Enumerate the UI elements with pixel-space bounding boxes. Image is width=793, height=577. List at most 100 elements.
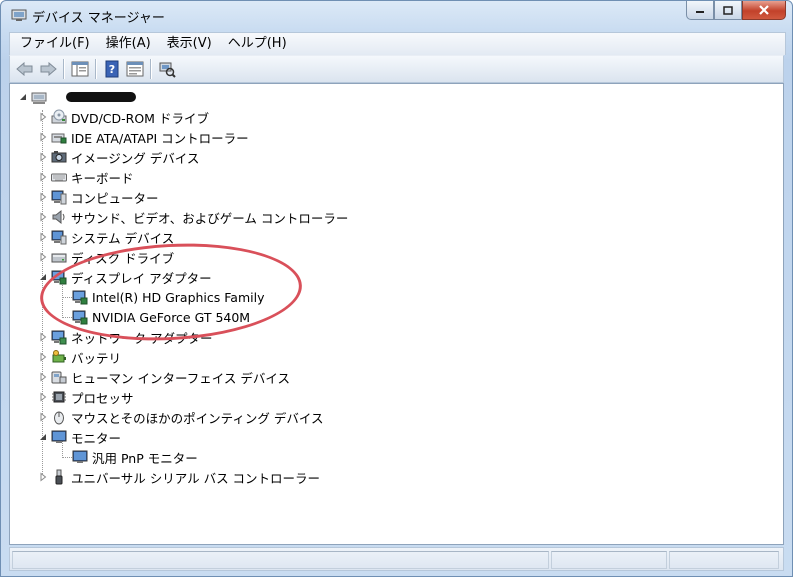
back-arrow-icon — [16, 62, 33, 76]
keyboard-icon — [51, 173, 67, 182]
tree-category-label: プロセッサ — [71, 390, 134, 406]
monitor-icon — [51, 430, 67, 443]
collapse-arrow-icon — [20, 94, 26, 100]
close-button[interactable] — [742, 1, 786, 20]
expand-arrow-icon — [40, 232, 47, 242]
tree-category[interactable]: IDE ATA/ATAPI コントローラー — [38, 127, 249, 147]
tree-category-label: ヒューマン インターフェイス デバイス — [71, 370, 290, 386]
expand-arrow-icon — [40, 132, 47, 142]
collapse-arrow-icon — [40, 274, 46, 280]
tree-category[interactable]: ユニバーサル シリアル バス コントローラー — [38, 467, 320, 487]
tree-root[interactable] — [18, 87, 51, 107]
expand-arrow-icon — [40, 152, 47, 162]
tree-category-label: バッテリ — [71, 350, 122, 366]
battery-icon — [52, 350, 66, 363]
title-bar[interactable]: デバイス マネージャー — [1, 1, 792, 31]
menu-help[interactable]: ヘルプ(H) — [220, 33, 295, 55]
dvd-drive-icon — [51, 109, 67, 124]
toolbar: ? — [9, 55, 784, 83]
processor-icon — [52, 391, 66, 403]
disk-drive-icon — [51, 253, 67, 263]
redacted-computer-name — [66, 92, 136, 102]
show-hide-console-tree-button[interactable] — [69, 58, 91, 80]
status-pane-tertiary — [669, 551, 779, 569]
mouse-icon — [54, 411, 64, 425]
tree-category[interactable]: ヒューマン インターフェイス デバイス — [38, 367, 290, 387]
collapse-arrow-icon — [40, 434, 46, 440]
expand-arrow-icon — [40, 112, 47, 122]
tree-category[interactable]: サウンド、ビデオ、およびゲーム コントローラー — [38, 207, 348, 227]
expand-arrow-icon — [40, 192, 47, 202]
menu-bar: ファイル(F) 操作(A) 表示(V) ヘルプ(H) — [9, 32, 786, 55]
computer-icon — [51, 190, 67, 205]
minimize-icon — [696, 11, 704, 13]
expand-arrow-icon — [40, 412, 47, 422]
device-manager-window: デバイス マネージャー ファイル(F) 操作(A) 表示(V) ヘルプ(H) ?… — [0, 0, 793, 577]
toolbar-separator — [150, 59, 151, 79]
forward-button[interactable] — [37, 58, 59, 80]
status-bar — [9, 547, 784, 571]
properties-button[interactable] — [124, 58, 146, 80]
toolbar-separator — [63, 59, 64, 79]
caption-buttons — [686, 1, 786, 21]
system-device-icon — [51, 230, 67, 245]
tree-guide-line — [62, 457, 72, 458]
tree-category[interactable]: バッテリ — [38, 347, 121, 367]
svg-text:?: ? — [109, 63, 115, 76]
camera-icon — [51, 151, 67, 163]
window-title: デバイス マネージャー — [32, 11, 165, 26]
tree-category-label: マウスとそのほかのポインティング デバイス — [71, 410, 324, 426]
speaker-icon — [52, 209, 65, 225]
ide-controller-icon — [51, 133, 67, 144]
menu-action[interactable]: 操作(A) — [98, 33, 159, 55]
minimize-button[interactable] — [686, 1, 714, 20]
close-icon — [759, 5, 769, 15]
tree-category[interactable]: システム デバイス — [38, 227, 174, 247]
expand-arrow-icon — [40, 352, 47, 362]
status-pane-secondary — [551, 551, 667, 569]
expand-arrow-icon — [40, 212, 47, 222]
menu-file[interactable]: ファイル(F) — [10, 33, 98, 55]
monitor-icon — [72, 450, 88, 463]
device-manager-app-icon — [11, 9, 27, 21]
tree-category[interactable]: モニター — [38, 427, 121, 447]
tree-category[interactable]: コンピューター — [38, 187, 159, 207]
tree-category-label: モニター — [71, 430, 122, 446]
tree-category[interactable]: マウスとそのほかのポインティング デバイス — [38, 407, 323, 427]
status-pane-main — [12, 551, 549, 569]
network-adapter-icon — [51, 330, 67, 345]
expand-arrow-icon — [40, 372, 47, 382]
maximize-button[interactable] — [714, 1, 742, 20]
back-button[interactable] — [14, 58, 36, 80]
maximize-icon — [723, 5, 733, 15]
tree-category[interactable]: イメージング デバイス — [38, 147, 199, 167]
expand-arrow-icon — [40, 172, 47, 182]
tree-category-label: IDE ATA/ATAPI コントローラー — [71, 130, 249, 146]
tree-category-label: コンピューター — [71, 190, 159, 206]
usb-icon — [55, 469, 63, 485]
tree-category[interactable]: DVD/CD-ROM ドライブ — [38, 107, 209, 127]
tree-device-label: 汎用 PnP モニター — [92, 450, 198, 466]
computer-icon — [31, 92, 47, 104]
expand-arrow-icon — [40, 252, 47, 262]
scan-hardware-icon — [159, 62, 176, 78]
tree-category[interactable]: キーボード — [38, 167, 134, 187]
menu-view[interactable]: 表示(V) — [159, 33, 220, 55]
tree-category-label: サウンド、ビデオ、およびゲーム コントローラー — [71, 210, 349, 226]
hid-icon — [51, 371, 67, 384]
help-book-icon: ? — [105, 60, 119, 78]
tree-category-label: ユニバーサル シリアル バス コントローラー — [71, 470, 321, 486]
console-tree-icon — [71, 61, 89, 77]
tree-category[interactable]: プロセッサ — [38, 387, 134, 407]
expand-arrow-icon — [40, 392, 47, 402]
toolbar-separator — [95, 59, 96, 79]
tree-device[interactable]: 汎用 PnP モニター — [72, 447, 198, 467]
help-button[interactable]: ? — [101, 58, 123, 80]
forward-arrow-icon — [40, 62, 57, 76]
scan-hardware-changes-button[interactable] — [156, 58, 178, 80]
expand-arrow-icon — [40, 332, 47, 342]
properties-window-icon — [126, 61, 144, 77]
device-tree-panel[interactable]: DVD/CD-ROM ドライブ IDE ATA/ATAPI コントローラー イメージ… — [9, 83, 784, 545]
expand-arrow-icon — [40, 472, 47, 482]
tree-category-label: イメージング デバイス — [71, 150, 200, 166]
